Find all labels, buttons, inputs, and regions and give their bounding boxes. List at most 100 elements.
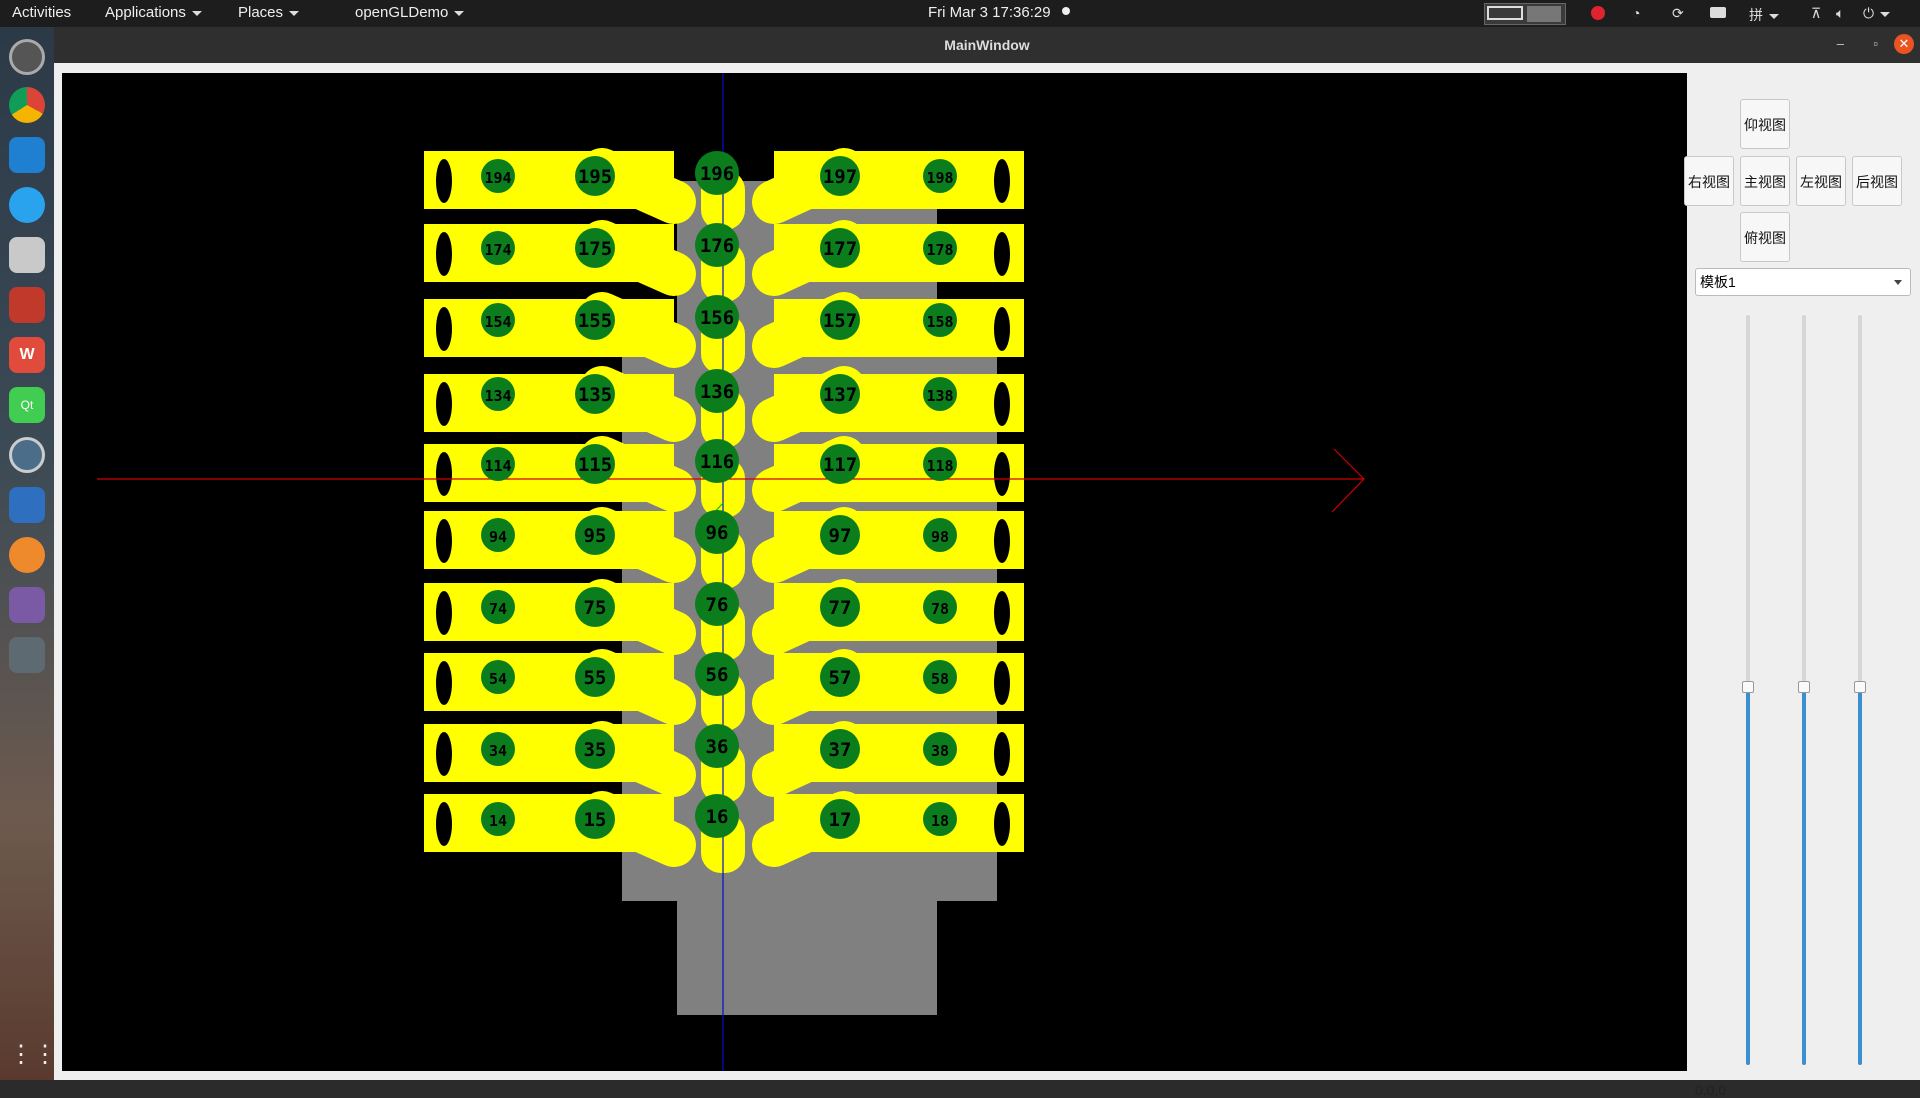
activities-button[interactable]: Activities bbox=[12, 4, 71, 21]
slider-1[interactable] bbox=[1742, 315, 1754, 1065]
close-button[interactable]: ✕ bbox=[1894, 34, 1914, 54]
blank-icon[interactable] bbox=[9, 637, 45, 673]
app-indicator-icon[interactable]: ◔ bbox=[1632, 5, 1640, 21]
minimize-button[interactable]: – bbox=[1837, 36, 1844, 51]
pin-end-left bbox=[436, 382, 452, 426]
pin-label: 38 bbox=[931, 742, 949, 760]
pin-label: 96 bbox=[706, 522, 729, 544]
pin-label: 34 bbox=[489, 742, 507, 760]
pin-label: 16 bbox=[706, 806, 729, 828]
workspace-switcher[interactable] bbox=[1484, 3, 1566, 25]
pin-label: 134 bbox=[484, 387, 511, 405]
back-view-button[interactable]: 后视图 bbox=[1852, 156, 1902, 206]
pin-label: 58 bbox=[931, 670, 949, 688]
slider-handle[interactable] bbox=[1798, 681, 1810, 693]
pin-label: 55 bbox=[584, 667, 607, 689]
pin-label: 176 bbox=[700, 235, 734, 257]
slider-handle[interactable] bbox=[1742, 681, 1754, 693]
pin-label: 156 bbox=[700, 307, 734, 329]
opengl-viewport[interactable]: 194 174 154 134 114 94 74 54 34 14 195 175 155 135 115… bbox=[62, 73, 1687, 1071]
screenshot-icon[interactable] bbox=[9, 587, 45, 623]
opengl-scene: 194 174 154 134 114 94 74 54 34 14 195 175 155 135 115… bbox=[97, 73, 1365, 1071]
side-panel: 仰视图 右视图 主视图 左视图 后视图 俯视图 模板1 0,0,0 bbox=[1684, 63, 1920, 1098]
front-view-button[interactable]: 主视图 bbox=[1740, 156, 1790, 206]
chevron-down-icon bbox=[1894, 280, 1902, 285]
pin-label: 78 bbox=[931, 600, 949, 618]
pin-label: 18 bbox=[931, 812, 949, 830]
pin-end-left bbox=[436, 452, 452, 496]
pin-end-right bbox=[994, 159, 1010, 203]
pin-label: 57 bbox=[829, 667, 852, 689]
right-view-button[interactable]: 右视图 bbox=[1684, 156, 1734, 206]
keyboard-icon[interactable] bbox=[1710, 7, 1726, 18]
pin-end-left bbox=[436, 232, 452, 276]
chrome-icon[interactable] bbox=[9, 87, 45, 123]
pin-end-left bbox=[436, 661, 452, 705]
qt-creator-icon[interactable]: Qt bbox=[9, 387, 45, 423]
pin-label: 177 bbox=[823, 238, 857, 260]
maximize-button[interactable]: ▫ bbox=[1873, 36, 1878, 51]
pin-label: 97 bbox=[829, 525, 852, 547]
pin-label: 196 bbox=[700, 163, 734, 185]
pin-label: 74 bbox=[489, 600, 507, 618]
pin-end-left bbox=[436, 307, 452, 351]
show-apps-icon[interactable]: ⋮⋮ bbox=[9, 1037, 57, 1073]
sublime-icon[interactable] bbox=[9, 537, 45, 573]
chevron-down-icon bbox=[1769, 13, 1779, 19]
pin-end-right bbox=[994, 661, 1010, 705]
pin-label: 98 bbox=[931, 528, 949, 546]
volume-icon[interactable]: 🔈︎ bbox=[1836, 5, 1844, 22]
workspace-1[interactable] bbox=[1487, 6, 1523, 20]
screen-recorder-icon[interactable]: ⟳ bbox=[1672, 5, 1684, 22]
slider-handle[interactable] bbox=[1854, 681, 1866, 693]
pin-label: 75 bbox=[584, 597, 607, 619]
applications-menu[interactable]: Applications bbox=[105, 4, 202, 21]
files-icon[interactable] bbox=[9, 237, 45, 273]
pin-label: 138 bbox=[926, 387, 953, 405]
pin-label: 37 bbox=[829, 739, 852, 761]
pin-label: 115 bbox=[578, 454, 612, 476]
top-view-button[interactable]: 俯视图 bbox=[1740, 212, 1790, 262]
pin-end-left bbox=[436, 591, 452, 635]
wps-icon[interactable]: W bbox=[9, 337, 45, 373]
x-axis-arrow bbox=[1331, 448, 1365, 513]
pin-label: 136 bbox=[700, 381, 734, 403]
input-method-icon[interactable]: 拼 bbox=[1749, 5, 1779, 25]
do-not-disturb-icon[interactable] bbox=[1591, 6, 1605, 20]
vscode-icon[interactable] bbox=[9, 137, 45, 173]
pin-label: 77 bbox=[829, 597, 852, 619]
terminal-icon[interactable] bbox=[9, 287, 45, 323]
pin-label: 197 bbox=[823, 166, 857, 188]
pin-label: 198 bbox=[926, 169, 953, 187]
pin-label: 15 bbox=[584, 809, 607, 831]
pin-label: 135 bbox=[578, 384, 612, 406]
top-bar: Activities Applications Places openGLDem… bbox=[0, 0, 1920, 27]
workspace-2[interactable] bbox=[1527, 6, 1561, 22]
settings-icon[interactable] bbox=[9, 39, 45, 75]
left-view-button[interactable]: 左视图 bbox=[1796, 156, 1846, 206]
template-select[interactable]: 模板1 bbox=[1695, 268, 1911, 296]
places-menu[interactable]: Places bbox=[238, 4, 300, 21]
app-menu[interactable]: openGLDemo bbox=[355, 4, 465, 21]
camera-icon[interactable] bbox=[9, 437, 45, 473]
thunderbird-icon[interactable] bbox=[9, 487, 45, 523]
bottom-view-button[interactable]: 仰视图 bbox=[1740, 99, 1790, 149]
network-icon[interactable]: ⊼ bbox=[1811, 5, 1821, 22]
clock[interactable]: Fri Mar 3 17:36:29 bbox=[928, 4, 1051, 21]
chevron-down-icon bbox=[454, 10, 465, 16]
slider-2[interactable] bbox=[1798, 315, 1810, 1065]
pin-label: 154 bbox=[484, 313, 511, 331]
pin-label: 17 bbox=[829, 809, 852, 831]
pin-end-right bbox=[994, 452, 1010, 496]
title-bar: MainWindow – ▫ ✕ bbox=[54, 27, 1920, 63]
main-window: MainWindow – ▫ ✕ 194 174 154 134 114 94 74 54 34… bbox=[54, 27, 1920, 1098]
pin-label: 137 bbox=[823, 384, 857, 406]
chevron-down-icon bbox=[191, 10, 202, 16]
pin-label: 14 bbox=[489, 812, 507, 830]
pin-end-right bbox=[994, 307, 1010, 351]
power-icon[interactable]: ⏻ bbox=[1863, 5, 1891, 22]
feishu-icon[interactable] bbox=[9, 187, 45, 223]
slider-3[interactable] bbox=[1854, 315, 1866, 1065]
pin-label: 76 bbox=[706, 594, 729, 616]
pin-label: 157 bbox=[823, 310, 857, 332]
